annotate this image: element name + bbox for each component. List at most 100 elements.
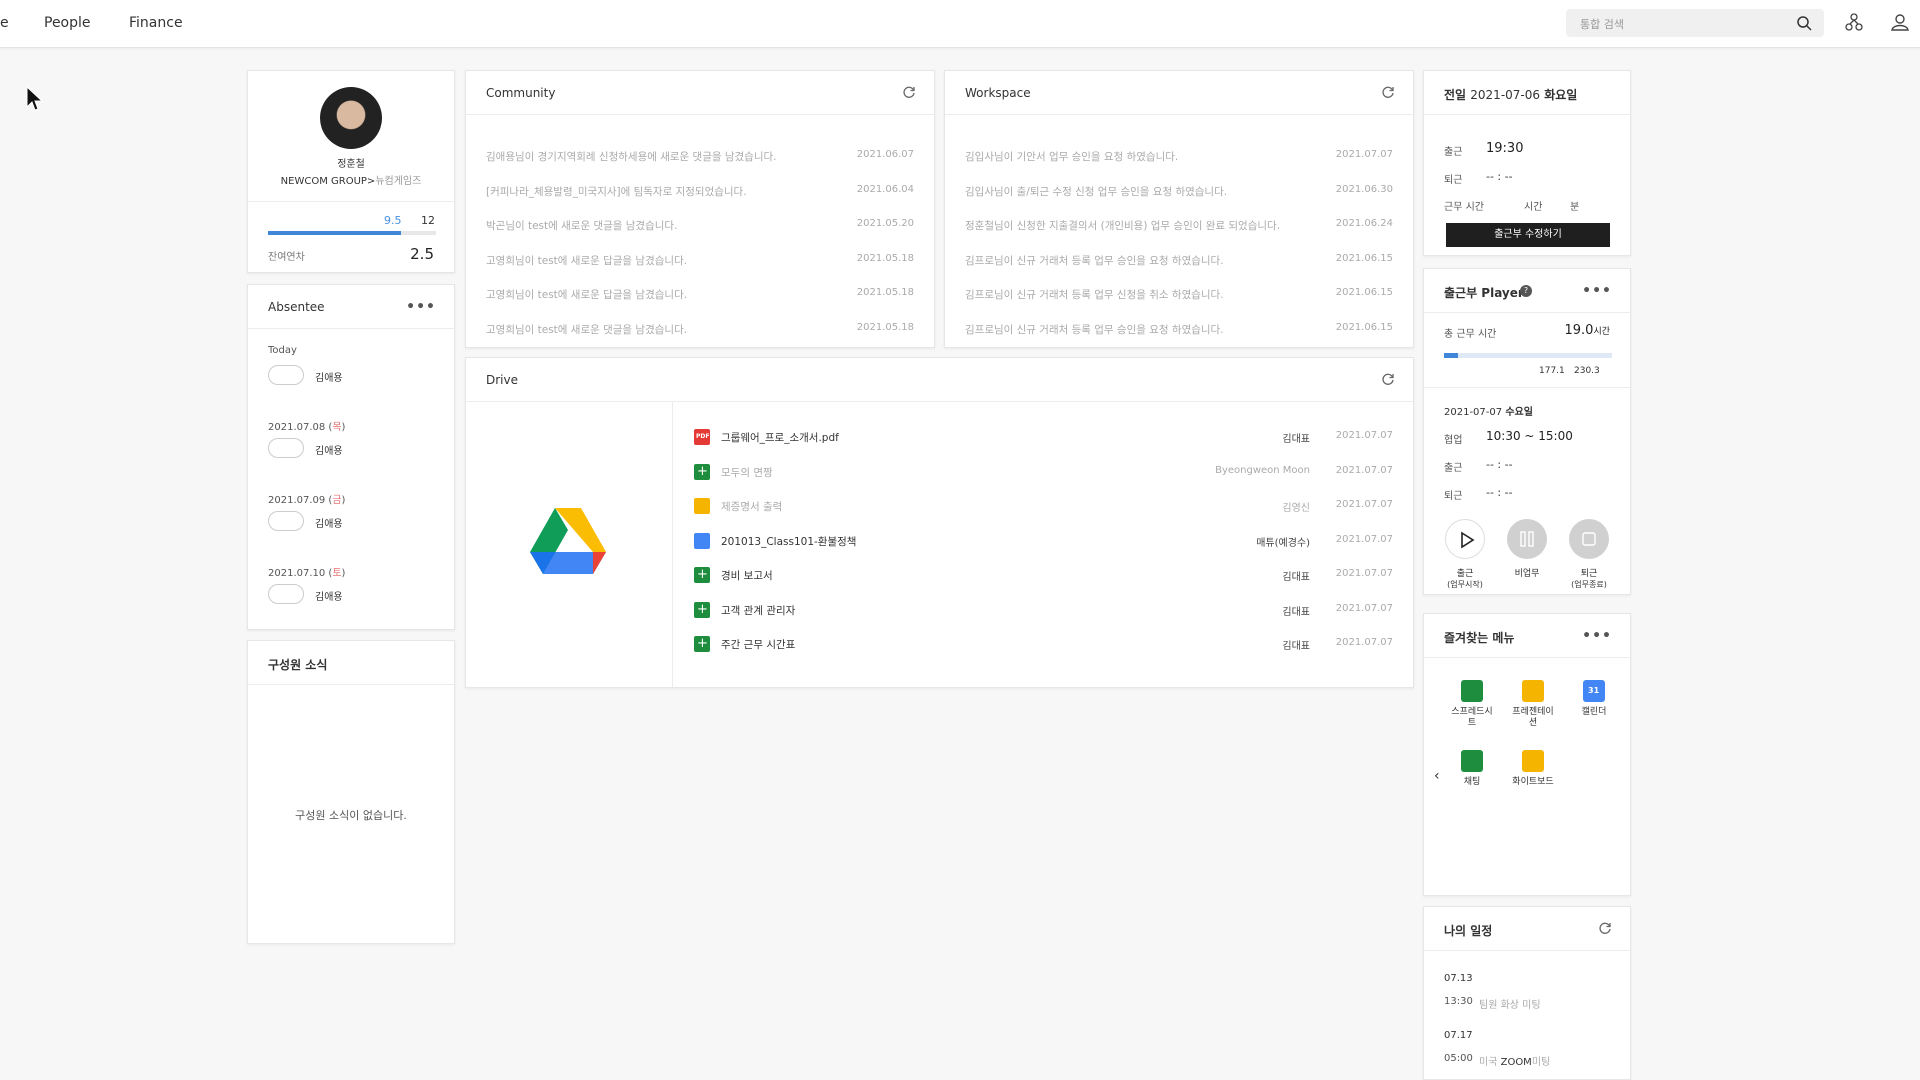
community-row-text[interactable]: 고영희님이 test에 새로운 답글을 남겼습니다.	[486, 287, 687, 302]
mouse-cursor-icon	[26, 86, 44, 111]
app-label[interactable]: 캘린더	[1566, 707, 1622, 718]
community-title: Community	[486, 86, 556, 100]
drive-file-name[interactable]: 그룹웨어_프로_소개서.pdf	[721, 430, 839, 445]
more-options-icon[interactable]: •••	[1582, 283, 1612, 299]
help-icon[interactable]: ?	[1520, 285, 1532, 297]
community-row-text[interactable]: 김애용님이 경기지역회례 신청하세용에 새로운 댓글을 남겼습니다.	[486, 149, 777, 164]
stop-label-sub: (업무종료)	[1571, 580, 1607, 589]
my-schedule-card: 나의 일정 07.13 13:30 팀원 화상 미팅 07.17 05:00 미국 ZOO…	[1423, 906, 1631, 1080]
sheet-icon-mark: +	[697, 636, 708, 651]
app-4-icon[interactable]	[1522, 750, 1544, 772]
app-1-icon[interactable]	[1522, 680, 1544, 702]
workspace-card: Workspace 김입사님이 기안서 업무 승인을 요청 하였습니다. 2021…	[944, 70, 1414, 348]
absentee-name[interactable]: 김애용	[315, 515, 343, 530]
app-0-icon[interactable]	[1461, 680, 1483, 702]
drive-file-name[interactable]: 고객 관계 관리자	[721, 603, 795, 618]
pdf-icon-label: PDF	[696, 433, 710, 440]
schedule-event[interactable]: 미국 ZOOM미팅	[1479, 1053, 1550, 1068]
schedule-event-text: 팀원 화상 미팅	[1479, 1000, 1541, 1011]
drive-file-date: 2021.07.07	[1335, 637, 1393, 648]
app-label[interactable]: 스프레드시 트	[1444, 707, 1500, 729]
absentee-date-close: )	[341, 495, 346, 506]
workspace-header: Workspace	[945, 71, 1413, 115]
edit-attendance-button[interactable]: 출근부 수정하기	[1446, 223, 1610, 247]
player-out-label: 퇴근	[1444, 491, 1463, 502]
workspace-row-date: 2021.06.15	[1335, 287, 1393, 298]
nav-item-finance[interactable]: Finance	[129, 15, 183, 31]
divider	[1424, 387, 1630, 388]
profile-name: 정훈철	[337, 159, 365, 170]
collab-value: 10:30 ~ 15:00	[1486, 429, 1573, 443]
app-label[interactable]: 채팅	[1444, 777, 1500, 788]
drive-file-name[interactable]: 제증명서 출력	[721, 499, 782, 514]
drive-file-date: 2021.07.07	[1335, 464, 1393, 476]
avatar[interactable]	[320, 87, 382, 149]
search-icon[interactable]	[1796, 15, 1812, 31]
member-news-header: 구성원 소식	[248, 641, 454, 685]
absentee-name[interactable]: 김애용	[315, 588, 343, 603]
community-header: Community	[466, 71, 934, 115]
play-icon	[1461, 531, 1475, 549]
absentee-name[interactable]: 김애용	[315, 369, 343, 384]
app-2-icon[interactable]: 31	[1583, 680, 1605, 702]
drive-file-name[interactable]: 모두의 면짱	[721, 465, 773, 480]
refresh-icon[interactable]	[1381, 372, 1395, 386]
app-label-line2: 션	[1528, 718, 1538, 728]
drive-file-owner: 김대표	[1282, 641, 1310, 652]
absentee-title: Absentee	[268, 300, 325, 314]
app-label[interactable]: 화이트보드	[1505, 777, 1561, 788]
user-icon[interactable]	[1890, 12, 1910, 32]
previous-day-prefix: 전일	[1444, 88, 1467, 102]
start-work-button[interactable]	[1445, 519, 1485, 559]
refresh-icon[interactable]	[1381, 85, 1395, 99]
org-chart-icon[interactable]	[1844, 12, 1864, 32]
search-input[interactable]: 통합 검색	[1566, 9, 1824, 37]
workspace-row-text[interactable]: 김프로님이 신규 거래처 등록 업무 승인을 요청 하였습니다.	[965, 322, 1224, 337]
workspace-row-text[interactable]: 김프로님이 신규 거래처 등록 업무 승인을 요청 하였습니다.	[965, 253, 1224, 268]
schedule-event[interactable]: 팀원 화상 미팅	[1479, 996, 1541, 1011]
community-row-text[interactable]: 고영희님이 test에 새로운 댓글을 남겼습니다.	[486, 322, 687, 337]
pause-work-button[interactable]	[1507, 519, 1547, 559]
stop-label-main: 퇴근	[1580, 569, 1598, 579]
absentee-date-close: )	[341, 422, 346, 433]
workspace-row-text[interactable]: 김입사님이 기안서 업무 승인을 요청 하였습니다.	[965, 149, 1178, 164]
drive-file-name[interactable]: 201013_Class101-환불정책	[721, 534, 856, 549]
drive-file-date: 2021.07.07	[1335, 533, 1393, 545]
more-options-icon[interactable]: •••	[406, 299, 436, 315]
nav-item-people[interactable]: People	[44, 15, 91, 31]
drive-file-owner: 김영신	[1282, 503, 1310, 514]
previous-day-date: 2021-07-06	[1470, 88, 1541, 102]
refresh-icon[interactable]	[1598, 921, 1612, 935]
drive-file-date: 2021.07.07	[1335, 602, 1393, 614]
workspace-row-text[interactable]: 김프로님이 신규 거래처 등록 업무 신청을 취소 하였습니다.	[965, 287, 1224, 302]
community-row-text[interactable]: 박곤님이 test에 새로운 댓글을 남겼습니다.	[486, 218, 677, 233]
drive-file-name[interactable]: 주간 근무 시간표	[721, 637, 795, 652]
community-row-date: 2021.05.18	[856, 252, 914, 264]
app-3-icon[interactable]	[1461, 750, 1483, 772]
remaining-leave-value: 2.5	[410, 245, 434, 263]
more-options-icon[interactable]: •••	[1582, 628, 1612, 644]
previous-day-title: 전일 2021-07-06 화요일	[1444, 86, 1577, 103]
workspace-row-text[interactable]: 김입사님이 출/퇴근 수정 신청 업무 승인을 요청 하였습니다.	[965, 184, 1227, 199]
attendance-player-header: 출근부 Player ? •••	[1424, 269, 1630, 313]
app-label[interactable]: 프레젠테이 션	[1505, 707, 1561, 729]
stop-work-button[interactable]	[1569, 519, 1609, 559]
community-row-text[interactable]: [커피나라_체용발령_미국지사]에 팀독자로 지정되었습니다.	[486, 184, 747, 199]
workspace-row-text[interactable]: 정훈철님이 신청한 지출결의서 (개인비용) 업무 승인이 완료 되었습니다.	[965, 218, 1280, 233]
refresh-icon[interactable]	[902, 85, 916, 99]
schedule-date: 07.17	[1444, 1030, 1473, 1041]
absentee-name[interactable]: 김애용	[315, 442, 343, 457]
nav-item-partial[interactable]: e	[0, 15, 9, 31]
my-schedule-title: 나의 일정	[1444, 924, 1493, 938]
member-news-empty: 구성원 소식이 없습니다.	[295, 809, 407, 822]
progress-marker-1: 177.1	[1539, 366, 1565, 376]
drive-file-date: 2021.07.07	[1335, 568, 1393, 579]
app-label-line1: 화이트보드	[1512, 777, 1554, 787]
chevron-left-icon[interactable]: ‹	[1434, 768, 1440, 784]
community-row-date: 2021.05.18	[856, 321, 914, 333]
drive-file-name[interactable]: 경비 보고서	[721, 568, 773, 583]
drive-file-owner: 김대표	[1282, 572, 1310, 583]
app-label-line1: 스프레드시	[1451, 707, 1493, 717]
workspace-title: Workspace	[965, 86, 1031, 100]
community-row-text[interactable]: 고영희님이 test에 새로운 답글을 남겼습니다.	[486, 253, 687, 268]
